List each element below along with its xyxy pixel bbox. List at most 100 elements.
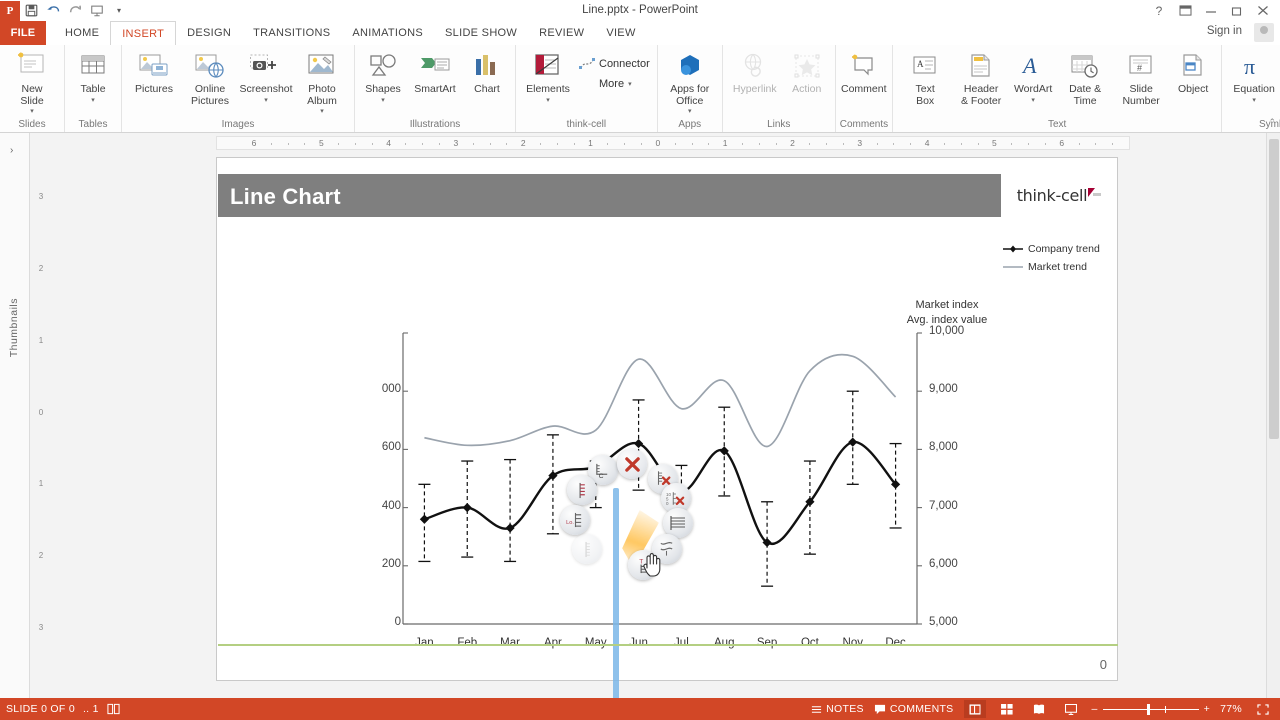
- apps-for-office-button[interactable]: Apps for Office ▾: [662, 48, 718, 115]
- help-icon[interactable]: ?: [1146, 0, 1172, 21]
- logarithmic-scale-icon[interactable]: Lo.: [560, 504, 591, 535]
- tab-slide-show[interactable]: SLIDE SHOW: [434, 21, 528, 45]
- online-pictures-button[interactable]: Online Pictures: [182, 48, 238, 107]
- close-icon[interactable]: [1250, 0, 1276, 21]
- chevron-down-icon[interactable]: ▾: [320, 108, 324, 115]
- series-market-trend[interactable]: [424, 353, 897, 448]
- smartart-button[interactable]: SmartArt: [407, 48, 463, 96]
- chart-legend[interactable]: Company trend Market trend: [1003, 240, 1100, 276]
- tab-home[interactable]: HOME: [54, 21, 110, 45]
- reading-view-icon[interactable]: [1028, 700, 1050, 718]
- legend-item[interactable]: Company trend: [1003, 240, 1100, 258]
- zoom-in-button[interactable]: +: [1204, 703, 1210, 715]
- category-label[interactable]: Feb: [457, 637, 477, 649]
- tick-marks-icon[interactable]: [566, 475, 597, 505]
- data-point-marker[interactable]: [848, 437, 858, 447]
- chevron-down-icon[interactable]: ▾: [91, 97, 95, 104]
- slide-count-status[interactable]: SLIDE 0 OF 0: [6, 703, 75, 715]
- thinkcell-context-menu[interactable]: C 10 5 0 Lo. T: [557, 446, 697, 586]
- shapes-button[interactable]: Shapes ▾: [359, 48, 407, 104]
- ruler-tick-label: 1: [722, 138, 728, 148]
- scrollbar-thumb[interactable]: [1269, 139, 1279, 439]
- category-label[interactable]: Aug: [714, 637, 734, 649]
- chevron-down-icon[interactable]: ▾: [264, 97, 268, 104]
- comments-button[interactable]: COMMENTS: [874, 703, 954, 715]
- new-slide-button[interactable]: New Slide ▾: [4, 48, 60, 115]
- minimize-icon[interactable]: [1198, 0, 1224, 21]
- chevron-down-icon[interactable]: ▾: [546, 97, 550, 104]
- language-status[interactable]: .. 1: [83, 703, 99, 715]
- chart[interactable]: Company trend Market trend Market index A…: [217, 158, 1119, 720]
- data-point-marker[interactable]: [505, 523, 515, 533]
- category-label[interactable]: Jul: [674, 637, 689, 649]
- zoom-track[interactable]: [1102, 703, 1199, 715]
- screenshot-button[interactable]: Screenshot ▾: [238, 48, 294, 104]
- tab-transitions[interactable]: TRANSITIONS: [242, 21, 341, 45]
- chevron-down-icon[interactable]: ▾: [628, 81, 632, 88]
- category-label[interactable]: Oct: [801, 637, 819, 649]
- sign-in-link[interactable]: Sign in: [1207, 25, 1242, 37]
- axis-scale-icon[interactable]: [572, 534, 603, 565]
- chevron-down-icon[interactable]: ▾: [1252, 97, 1256, 104]
- ribbon-display-options-icon[interactable]: [1172, 0, 1198, 21]
- restore-icon[interactable]: [1224, 0, 1250, 21]
- category-label[interactable]: May: [585, 637, 607, 649]
- ruler-tick: [1078, 143, 1080, 145]
- category-label[interactable]: Mar: [500, 637, 520, 649]
- table-button[interactable]: Table ▾: [69, 48, 117, 104]
- fit-slide-icon[interactable]: [1252, 700, 1274, 718]
- category-label[interactable]: Apr: [544, 637, 562, 649]
- tab-design[interactable]: DESIGN: [176, 21, 242, 45]
- zoom-level-label[interactable]: 77%: [1220, 703, 1242, 715]
- accessibility-icon[interactable]: [107, 703, 120, 715]
- legend-item[interactable]: Market trend: [1003, 258, 1100, 276]
- chevron-down-icon[interactable]: ▾: [1031, 97, 1035, 104]
- thumbnails-pane[interactable]: › Thumbnails: [0, 133, 30, 698]
- zoom-thumb[interactable]: [1146, 703, 1150, 715]
- data-point-marker[interactable]: [462, 503, 472, 513]
- pictures-button[interactable]: Pictures: [126, 48, 182, 96]
- normal-view-icon[interactable]: [963, 700, 986, 718]
- text-box-button[interactable]: A Text Box: [897, 48, 953, 107]
- thinkcell-elements-button[interactable]: Elements ▾: [520, 48, 576, 104]
- chevron-down-icon[interactable]: ▾: [381, 97, 385, 104]
- object-button[interactable]: Object: [1169, 48, 1217, 96]
- zoom-slider[interactable]: – +: [1092, 703, 1211, 715]
- chevron-down-icon[interactable]: ▾: [30, 108, 34, 115]
- ribbon-button-label: Apps for Office: [670, 83, 710, 107]
- delete-axis-icon[interactable]: [617, 449, 648, 480]
- tab-view[interactable]: VIEW: [595, 21, 646, 45]
- slide-canvas[interactable]: Line Chart think-cell Company trend Marke…: [216, 157, 1119, 720]
- more-button[interactable]: More ▾: [576, 74, 653, 94]
- chart-button[interactable]: Chart: [463, 48, 511, 96]
- tab-insert[interactable]: INSERT: [110, 21, 177, 45]
- slide-number-button[interactable]: # Slide Number: [1113, 48, 1169, 107]
- category-label[interactable]: Nov: [843, 637, 863, 649]
- category-label[interactable]: Sep: [757, 637, 777, 649]
- tab-animations[interactable]: ANIMATIONS: [341, 21, 434, 45]
- notes-button[interactable]: NOTES: [811, 703, 864, 715]
- chart-plot[interactable]: [217, 158, 1119, 682]
- chevron-down-icon[interactable]: ▾: [688, 108, 692, 115]
- avatar[interactable]: [1254, 23, 1274, 42]
- wordart-button[interactable]: A WordArt ▾: [1009, 48, 1057, 104]
- expand-thumbnails-icon[interactable]: ›: [10, 145, 13, 156]
- vertical-scrollbar[interactable]: [1266, 133, 1280, 698]
- header-footer-button[interactable]: Header & Footer: [953, 48, 1009, 107]
- tab-review[interactable]: REVIEW: [528, 21, 595, 45]
- connector-button[interactable]: Connector: [576, 54, 653, 74]
- slide-sorter-icon[interactable]: [996, 700, 1018, 718]
- date-time-button[interactable]: Date & Time: [1057, 48, 1113, 107]
- zoom-out-button[interactable]: –: [1092, 703, 1098, 715]
- photo-album-button[interactable]: Photo Album ▾: [294, 48, 350, 115]
- collapse-ribbon-icon[interactable]: ⌃: [1268, 117, 1276, 128]
- category-label[interactable]: Jun: [629, 637, 648, 649]
- data-point-marker[interactable]: [419, 514, 430, 524]
- slide-show-icon[interactable]: [1060, 700, 1082, 718]
- tab-file[interactable]: FILE: [0, 21, 46, 45]
- ribbon-small-button-label: More: [599, 78, 625, 90]
- equation-button[interactable]: π Equation ▾: [1226, 48, 1280, 104]
- category-label[interactable]: Jan: [415, 637, 434, 649]
- comment-button[interactable]: Comment: [840, 48, 888, 96]
- category-label[interactable]: Dec: [885, 637, 905, 649]
